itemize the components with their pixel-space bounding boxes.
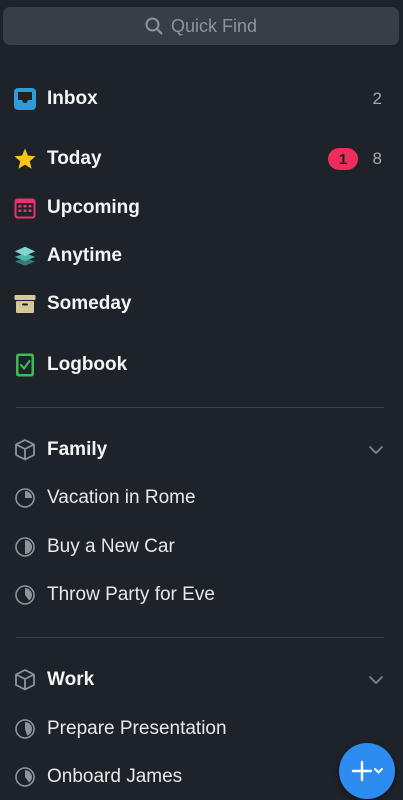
list-item-anytime[interactable]: Anytime xyxy=(0,236,403,276)
area-header-work[interactable]: Work xyxy=(0,660,403,700)
area-cube-icon xyxy=(13,438,37,462)
project-item-buy-a-new-car[interactable]: Buy a New Car xyxy=(0,527,403,567)
inbox-label: Inbox xyxy=(47,88,98,109)
progress-pie-icon xyxy=(15,719,35,739)
project-item-vacation-in-rome[interactable]: Vacation in Rome xyxy=(0,478,403,518)
inbox-count: 2 xyxy=(372,89,382,108)
layers-icon xyxy=(13,244,37,268)
project-label: Throw Party for Eve xyxy=(47,584,215,605)
add-button[interactable] xyxy=(339,743,395,799)
progress-pie-icon xyxy=(15,767,35,787)
project-label: Buy a New Car xyxy=(47,536,175,557)
project-item-prepare-presentation[interactable]: Prepare Presentation xyxy=(0,709,403,749)
inbox-icon xyxy=(13,87,37,111)
today-overdue-badge: 1 xyxy=(328,148,358,170)
today-count: 8 xyxy=(372,149,382,168)
today-label: Today xyxy=(47,148,102,169)
project-item-throw-party-for-eve[interactable]: Throw Party for Eve xyxy=(0,575,403,615)
list-item-inbox[interactable]: Inbox 2 xyxy=(0,79,403,119)
logbook-label: Logbook xyxy=(47,354,128,375)
divider xyxy=(16,407,384,408)
search-icon xyxy=(145,17,163,35)
progress-pie-icon xyxy=(15,537,35,557)
list-item-today[interactable]: Today 1 8 xyxy=(0,139,403,179)
list-item-logbook[interactable]: Logbook xyxy=(0,345,403,385)
logbook-check-icon xyxy=(13,353,37,377)
area-cube-icon xyxy=(13,668,37,692)
quick-find-label: Quick Find xyxy=(170,15,258,36)
list-item-someday[interactable]: Someday xyxy=(0,284,403,324)
progress-pie-icon xyxy=(15,488,35,508)
area-header-family[interactable]: Family xyxy=(0,430,403,470)
calendar-icon xyxy=(13,196,37,220)
add-plus-chevron-icon xyxy=(351,760,383,782)
upcoming-label: Upcoming xyxy=(47,197,140,218)
progress-pie-icon xyxy=(15,585,35,605)
project-label: Vacation in Rome xyxy=(47,487,196,508)
list-item-upcoming[interactable]: Upcoming xyxy=(0,188,403,228)
chevron-down-icon[interactable] xyxy=(367,441,385,459)
area-family-label: Family xyxy=(47,439,108,460)
divider xyxy=(16,637,384,638)
archive-box-icon xyxy=(13,292,37,316)
project-label: Prepare Presentation xyxy=(47,718,227,739)
quick-find-search[interactable]: Quick Find xyxy=(3,7,399,45)
project-label: Onboard James xyxy=(47,766,183,787)
chevron-down-icon[interactable] xyxy=(367,671,385,689)
anytime-label: Anytime xyxy=(47,245,122,266)
sidebar-screen: Quick Find Inbox 2 Today 1 8 Upcoming An… xyxy=(0,0,403,800)
someday-label: Someday xyxy=(47,293,132,314)
area-work-label: Work xyxy=(47,669,95,690)
star-icon xyxy=(13,147,37,171)
